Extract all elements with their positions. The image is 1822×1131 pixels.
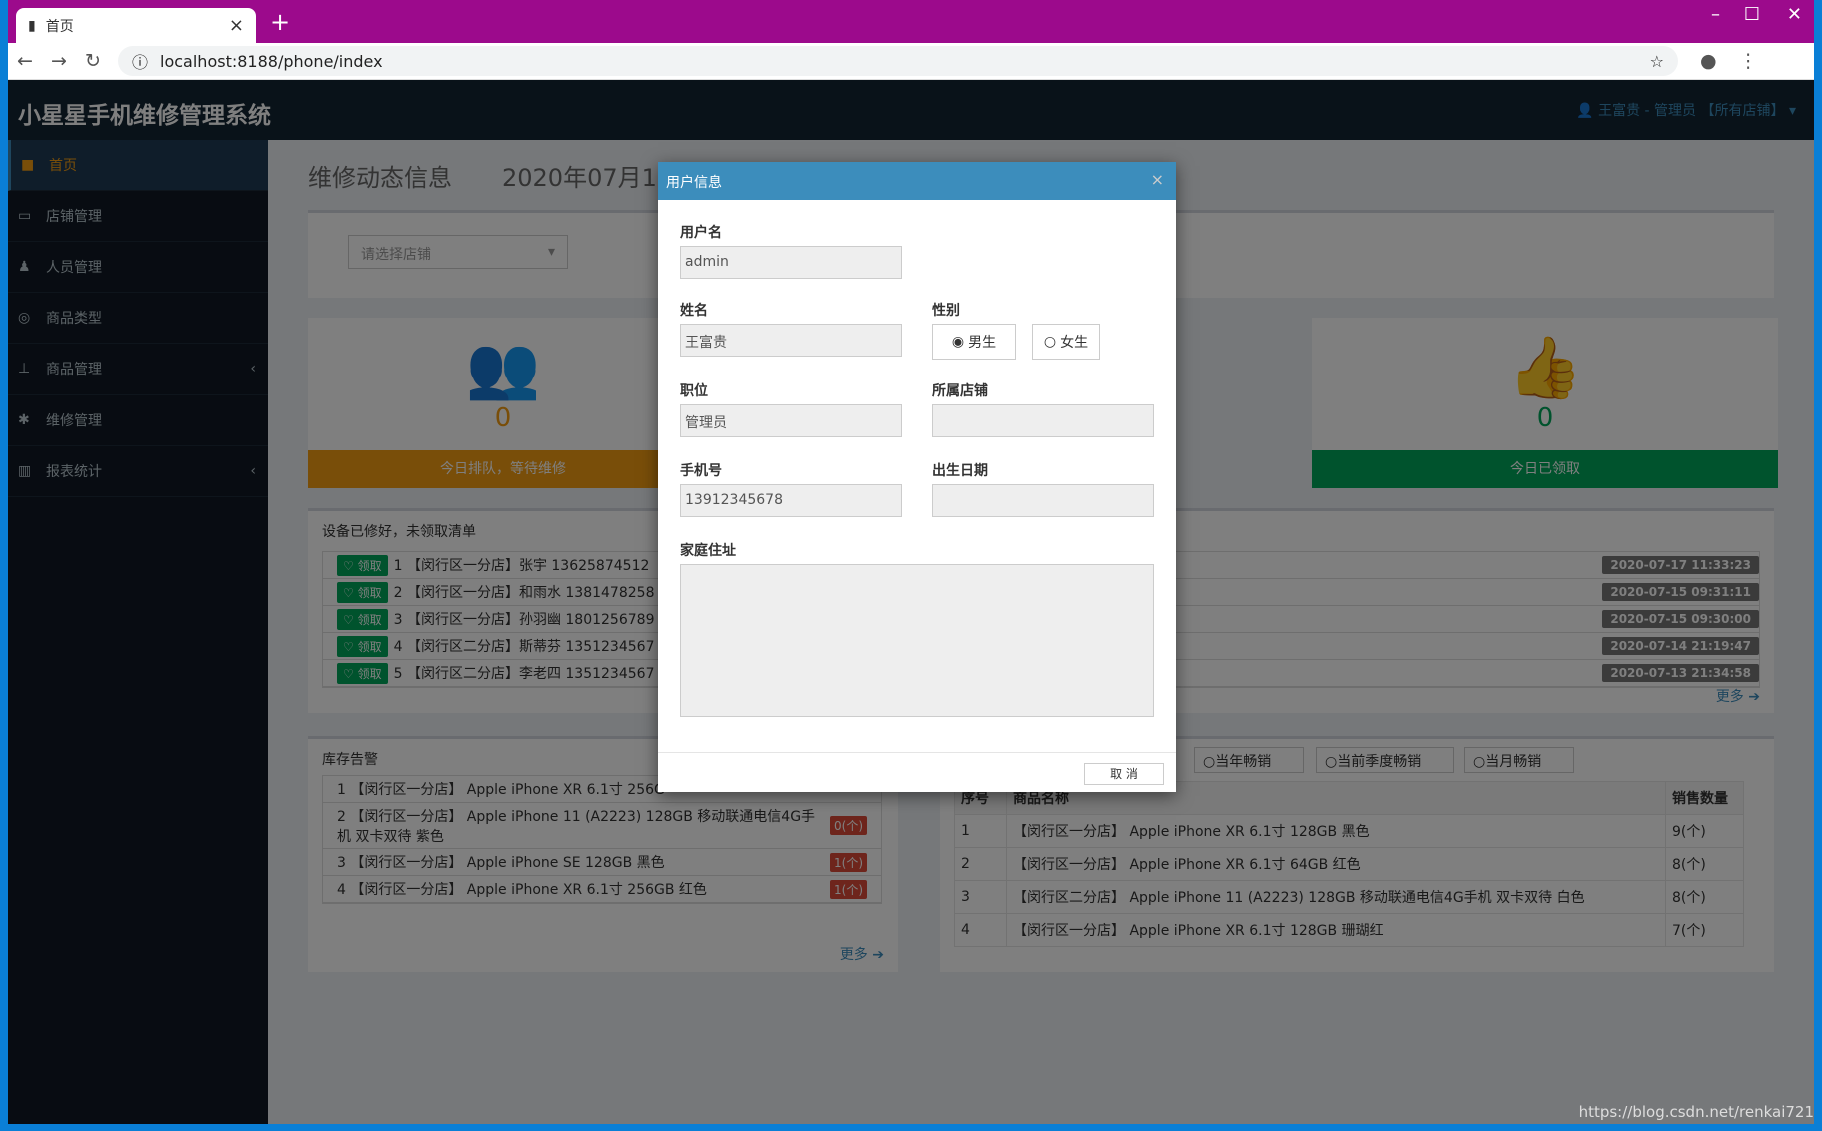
url-text: localhost:8188/phone/index	[160, 51, 383, 71]
modal-title: 用户信息	[666, 175, 722, 191]
female-label: 女生	[1060, 335, 1089, 351]
back-icon[interactable]: ←	[8, 50, 42, 72]
male-label: 男生	[968, 335, 997, 351]
birth-label: 出生日期	[932, 463, 988, 479]
address-textarea[interactable]	[680, 564, 1154, 717]
username-label: 用户名	[680, 225, 722, 241]
shop-field[interactable]	[932, 404, 1154, 437]
name-field[interactable]: 王富贵	[680, 324, 902, 357]
radio-icon: ○	[1043, 334, 1057, 350]
browser-tab[interactable]: ▮ 首页 ×	[16, 8, 256, 43]
new-tab-icon[interactable]: +	[270, 8, 290, 36]
forward-icon[interactable]: →	[42, 50, 76, 72]
radio-icon: ◉	[951, 334, 965, 350]
birth-field[interactable]	[932, 484, 1154, 517]
cancel-button[interactable]: 取 消	[1084, 763, 1164, 785]
account-icon[interactable]: ●	[1700, 50, 1717, 72]
shop-label: 所属店铺	[932, 383, 988, 399]
close-window-icon[interactable]: ✕	[1787, 4, 1802, 25]
modal-header: 用户信息 ×	[658, 162, 1176, 200]
gender-male-radio[interactable]: ◉ 男生	[932, 324, 1016, 360]
minimize-icon[interactable]: –	[1711, 4, 1720, 25]
user-info-modal: 用户信息 × 用户名 admin 姓名 王富贵 性别 ◉ 男生 ○ 女生 职位 管理员…	[658, 162, 1176, 792]
username-field[interactable]: admin	[680, 246, 902, 279]
phone-label: 手机号	[680, 463, 722, 479]
reload-icon[interactable]: ↻	[76, 50, 110, 72]
address-bar: ← → ↻ ⓘ localhost:8188/phone/index ☆ ● ⋮	[8, 43, 1814, 80]
menu-icon[interactable]: ⋮	[1739, 50, 1758, 72]
info-icon: ⓘ	[132, 53, 149, 72]
browser-window: ▮ 首页 × + – ☐ ✕ ← → ↻ ⓘ localhost:8188/ph…	[8, 0, 1814, 1124]
phone-field[interactable]: 13912345678	[680, 484, 902, 517]
position-field[interactable]: 管理员	[680, 404, 902, 437]
address-label: 家庭住址	[680, 543, 736, 559]
name-label: 姓名	[680, 303, 708, 319]
page-icon: ▮	[28, 17, 36, 34]
tab-bar: ▮ 首页 × + – ☐ ✕	[8, 0, 1814, 43]
modal-footer: 取 消	[658, 752, 1176, 792]
close-tab-icon[interactable]: ×	[229, 15, 244, 36]
tab-title: 首页	[45, 18, 74, 35]
gender-female-radio[interactable]: ○ 女生	[1032, 324, 1100, 360]
gender-label: 性别	[932, 303, 960, 319]
star-icon[interactable]: ☆	[1650, 52, 1664, 71]
position-label: 职位	[680, 383, 708, 399]
maximize-icon[interactable]: ☐	[1744, 4, 1760, 25]
watermark: https://blog.csdn.net/renkai721	[1578, 1103, 1814, 1121]
url-field[interactable]: ⓘ localhost:8188/phone/index ☆	[118, 46, 1678, 76]
close-icon[interactable]: ×	[1151, 170, 1164, 189]
